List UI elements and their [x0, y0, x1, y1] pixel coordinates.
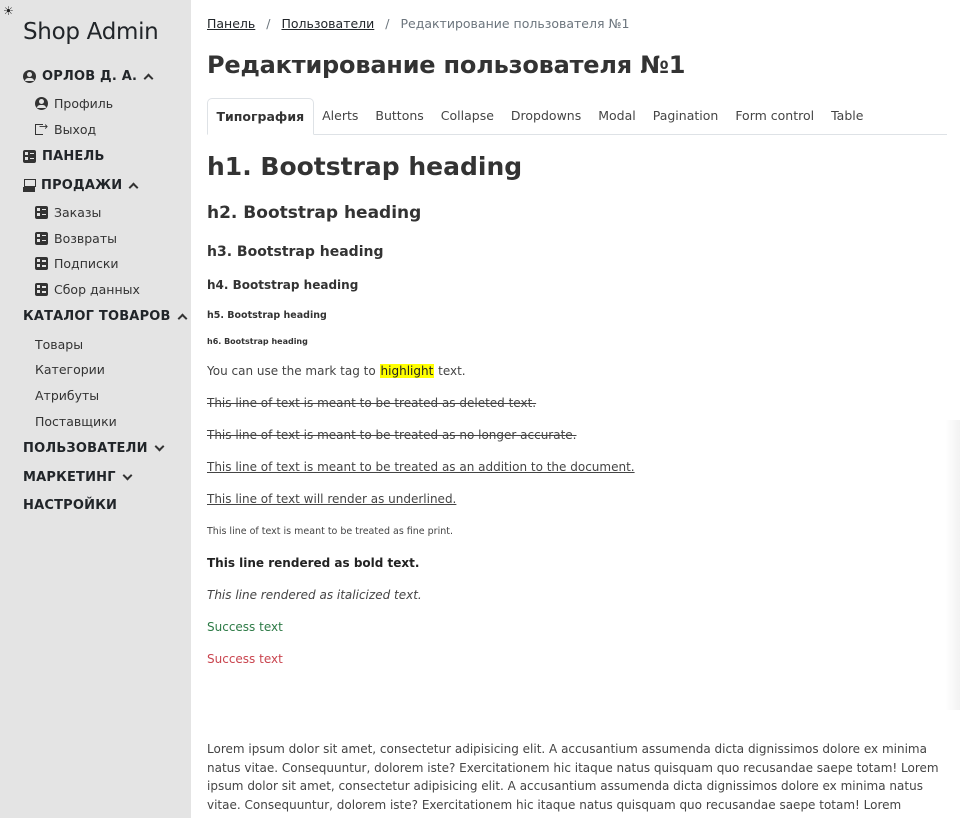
- panel-icon: [35, 283, 48, 297]
- sidebar-item-label: НАСТРОЙКИ: [23, 498, 118, 514]
- heading-h1: h1. Bootstrap heading: [207, 152, 523, 181]
- sidebar-item-label: Поставщики: [35, 413, 117, 429]
- chevron-up-icon: [143, 73, 154, 84]
- italic-text: This line rendered as italicized text.: [207, 588, 422, 602]
- chevron-up-icon: [128, 182, 139, 193]
- chevron-up-icon: [177, 313, 188, 324]
- cash-register-icon: [23, 178, 36, 192]
- sidebar-item-data-collection[interactable]: Сбор данных: [0, 277, 191, 303]
- underlined-text: This line of text will render as underli…: [207, 492, 457, 506]
- sidebar-nav: ОРЛОВ Д. А. Профиль Выход ПАНЕЛЬ ПРОДАЖИ…: [0, 62, 191, 520]
- page-title: Редактирование пользователя №1: [207, 51, 686, 79]
- sidebar-item-subscriptions[interactable]: Подписки: [0, 251, 191, 277]
- sidebar-item-label: МАРКЕТИНГ: [23, 469, 116, 485]
- sidebar-item-exit[interactable]: Выход: [0, 116, 191, 142]
- mark-text-before: You can use the mark tag to: [207, 364, 380, 378]
- sidebar-item-users[interactable]: ПОЛЬЗОВАТЕЛИ: [0, 434, 191, 463]
- exit-icon: [35, 120, 48, 135]
- sidebar-item-attributes[interactable]: Атрибуты: [0, 383, 191, 409]
- highlight-mark: highlight: [379, 364, 435, 378]
- user-circle-icon: [23, 69, 36, 83]
- sidebar-item-label: Атрибуты: [35, 388, 100, 404]
- heading-h4: h4. Bootstrap heading: [207, 278, 359, 292]
- panel-icon: [23, 149, 36, 163]
- sidebar-item-label: ОРЛОВ Д. А.: [42, 68, 138, 84]
- sidebar-item-label: Сбор данных: [54, 282, 140, 298]
- sidebar-item-label: ПРОДАЖИ: [41, 177, 123, 193]
- breadcrumb-link-panel[interactable]: Панель: [207, 16, 255, 31]
- panel-icon: [35, 205, 48, 219]
- deleted-text: This line of text is meant to be treated…: [207, 396, 537, 410]
- chevron-down-icon: [154, 441, 165, 452]
- sidebar-item-label: Заказы: [54, 204, 102, 220]
- tab-bar: Типография Alerts Buttons Collapse Dropd…: [207, 98, 947, 135]
- sidebar-item-label: Товары: [35, 336, 84, 352]
- sidebar-item-label: КАТАЛОГ ТОВАРОВ: [23, 309, 171, 325]
- sidebar-item-categories[interactable]: Категории: [0, 357, 191, 383]
- sidebar-item-returns[interactable]: Возвраты: [0, 225, 191, 251]
- tab-collapse[interactable]: Collapse: [432, 98, 502, 134]
- sidebar-item-label: Возвраты: [54, 230, 117, 246]
- tab-alerts[interactable]: Alerts: [314, 98, 367, 134]
- breadcrumb-separator: /: [385, 16, 390, 31]
- sidebar-item-orders[interactable]: Заказы: [0, 199, 191, 225]
- sidebar-item-panel[interactable]: ПАНЕЛЬ: [0, 142, 191, 171]
- sidebar-item-sales[interactable]: ПРОДАЖИ: [0, 171, 191, 200]
- tab-table[interactable]: Table: [823, 98, 872, 134]
- sidebar-item-profile[interactable]: Профиль: [0, 91, 191, 117]
- sidebar-item-catalog[interactable]: КАТАЛОГ ТОВАРОВ: [0, 303, 191, 332]
- strike-text: This line of text is meant to be treated…: [207, 428, 577, 442]
- sidebar-item-user[interactable]: ОРЛОВ Д. А.: [0, 62, 191, 91]
- sidebar-item-label: ПОЛЬЗОВАТЕЛИ: [23, 441, 148, 457]
- heading-h3: h3. Bootstrap heading: [207, 244, 384, 260]
- scroll-shadow: [945, 420, 960, 710]
- sidebar-item-label: Выход: [54, 121, 97, 137]
- sidebar-item-label: Категории: [35, 362, 105, 378]
- chevron-down-icon: [122, 470, 133, 481]
- breadcrumb-link-users[interactable]: Пользователи: [281, 16, 374, 31]
- inserted-text: This line of text is meant to be treated…: [207, 460, 635, 474]
- sidebar-item-label: Подписки: [54, 256, 119, 272]
- tab-pagination[interactable]: Pagination: [644, 98, 727, 134]
- tab-typography[interactable]: Типография: [207, 98, 314, 135]
- sidebar: ☀ Shop Admin ОРЛОВ Д. А. Профиль Выход П…: [0, 0, 191, 818]
- bold-text: This line rendered as bold text.: [207, 556, 420, 570]
- sun-icon[interactable]: ☀: [3, 4, 17, 18]
- fine-print-text: This line of text is meant to be treated…: [207, 526, 453, 537]
- user-circle-icon: [35, 96, 48, 110]
- tab-buttons[interactable]: Buttons: [367, 98, 432, 134]
- tab-dropdowns[interactable]: Dropdowns: [502, 98, 589, 134]
- mark-text-after: text.: [434, 364, 466, 378]
- mark-text-line: You can use the mark tag to highlight te…: [207, 364, 466, 378]
- danger-text: Success text: [207, 652, 283, 666]
- sidebar-item-label: Профиль: [54, 95, 114, 111]
- panel-icon: [35, 257, 48, 271]
- lorem-paragraph: Lorem ipsum dolor sit amet, consectetur …: [207, 742, 939, 818]
- tab-form-control[interactable]: Form control: [727, 98, 823, 134]
- panel-icon: [35, 231, 48, 245]
- breadcrumb-separator: /: [266, 16, 271, 31]
- heading-h2: h2. Bootstrap heading: [207, 203, 422, 223]
- sidebar-item-settings[interactable]: НАСТРОЙКИ: [0, 492, 191, 521]
- breadcrumb-current: Редактирование пользователя №1: [400, 16, 630, 31]
- success-text: Success text: [207, 620, 283, 634]
- sidebar-item-marketing[interactable]: МАРКЕТИНГ: [0, 463, 191, 492]
- sidebar-item-suppliers[interactable]: Поставщики: [0, 409, 191, 435]
- brand-title[interactable]: Shop Admin: [23, 19, 159, 45]
- heading-h5: h5. Bootstrap heading: [207, 310, 327, 321]
- sidebar-item-products[interactable]: Товары: [0, 331, 191, 357]
- sidebar-item-label: ПАНЕЛЬ: [42, 148, 105, 164]
- tab-modal[interactable]: Modal: [590, 98, 645, 134]
- heading-h6: h6. Bootstrap heading: [207, 337, 308, 346]
- breadcrumb: Панель / Пользователи / Редактирование п…: [207, 16, 629, 31]
